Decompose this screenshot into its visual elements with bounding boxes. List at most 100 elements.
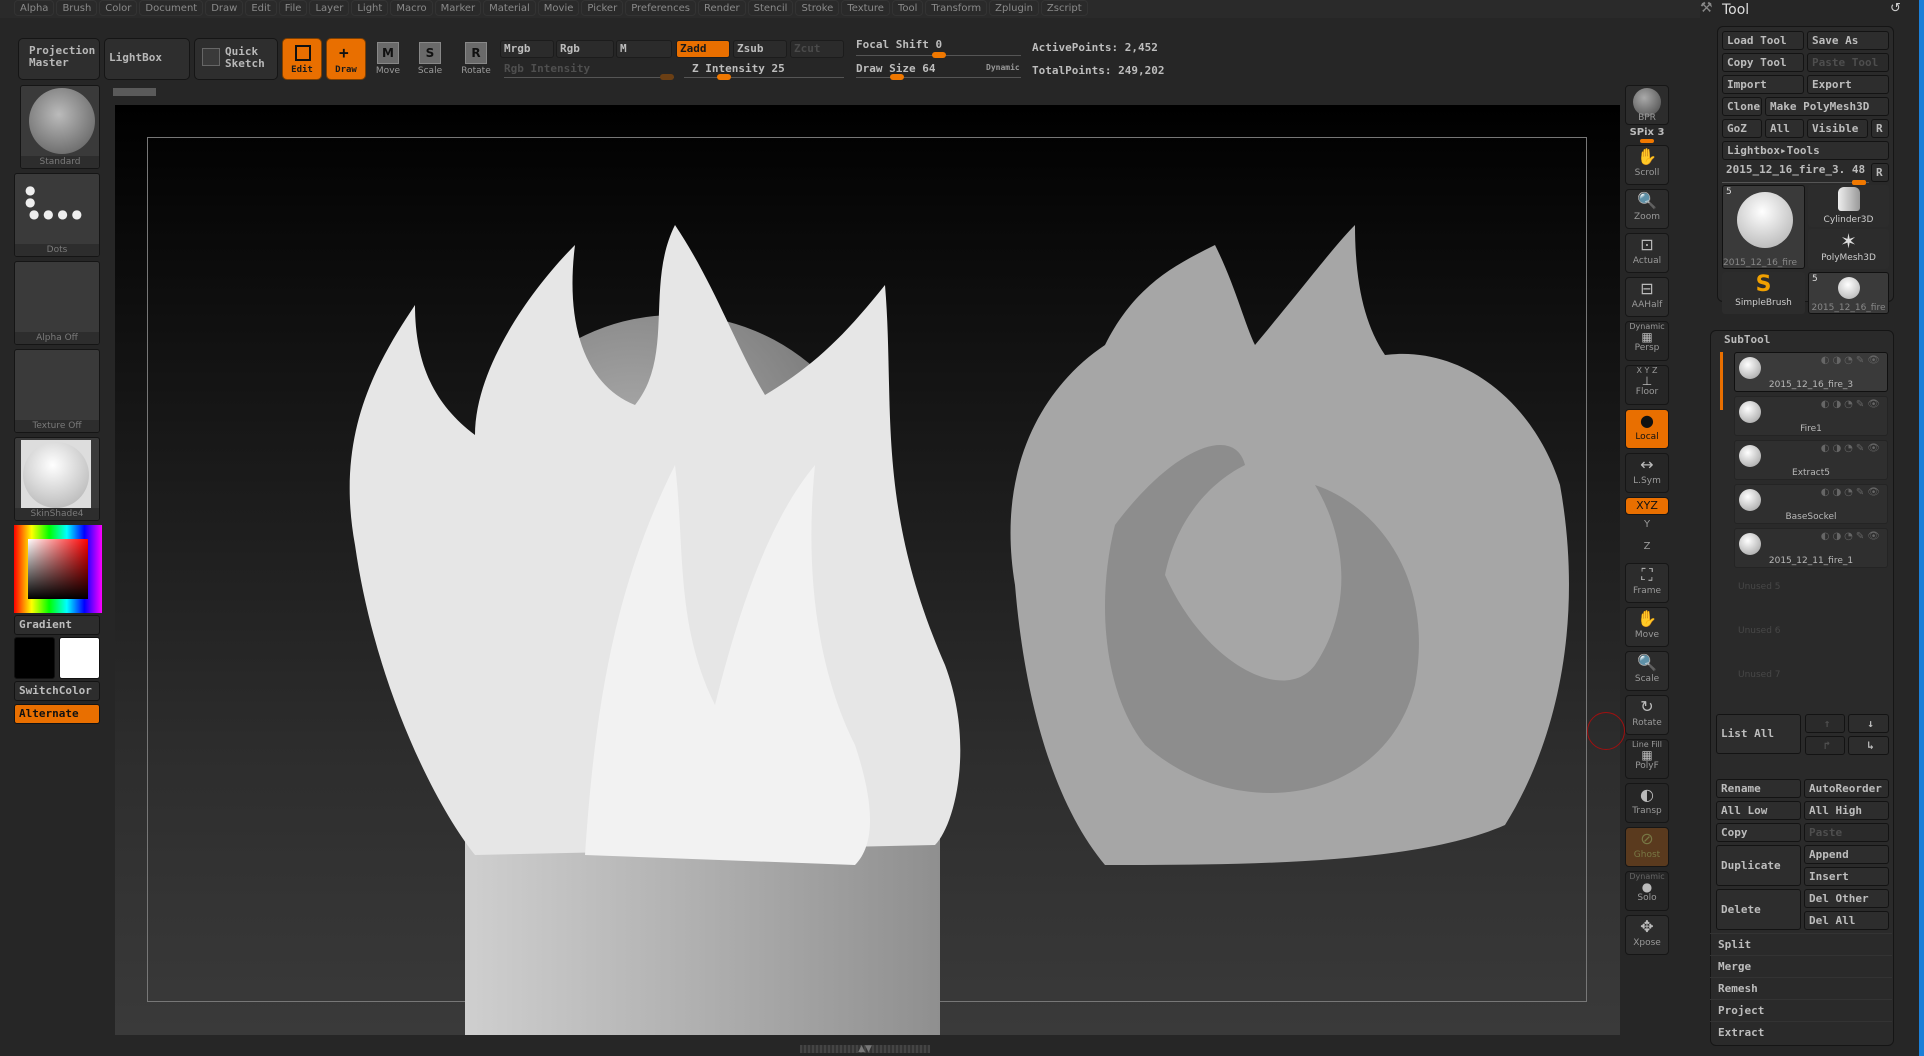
goz-r-button[interactable]: R (1871, 119, 1889, 138)
polyf-button[interactable]: Line Fill ▦ PolyF (1625, 739, 1669, 779)
rgb-intensity-knob[interactable] (660, 74, 674, 80)
color-picker[interactable] (14, 525, 102, 613)
auto-reorder-button[interactable]: AutoReorder (1804, 779, 1889, 798)
move-button[interactable]: M Move (366, 38, 410, 82)
import-button[interactable]: Import (1722, 75, 1804, 94)
tool-thumb-fire-small[interactable]: 5 2015_12_16_fire (1808, 272, 1889, 314)
move-up-button[interactable]: ↑ (1805, 714, 1845, 733)
rename-button[interactable]: Rename (1716, 779, 1801, 798)
texture-selector[interactable]: Texture Off (14, 349, 100, 433)
persp-button[interactable]: Dynamic ▦ Persp (1625, 321, 1669, 361)
rotate-y-button[interactable]: Y (1625, 519, 1669, 537)
lsym-button[interactable]: ↔ L.Sym (1625, 453, 1669, 493)
tool-thumb-simplebrush[interactable]: S SimpleBrush (1722, 272, 1805, 314)
tool-thumb-main[interactable]: 5 2015_12_16_fire (1722, 185, 1805, 269)
xpose-button[interactable]: ✥ Xpose (1625, 915, 1669, 955)
paste-tool-button[interactable]: Paste Tool (1807, 53, 1889, 72)
local-button[interactable]: ● Local (1625, 409, 1669, 449)
export-button[interactable]: Export (1807, 75, 1889, 94)
rgb-intensity-slider[interactable] (504, 77, 674, 78)
menu-movie[interactable]: Movie (537, 0, 580, 16)
rotate-view-button[interactable]: ↻ Rotate (1625, 695, 1669, 735)
goz-button[interactable]: GoZ (1722, 119, 1762, 138)
subtool-item[interactable]: ◐◑◔✎👁 Fire1 (1734, 396, 1888, 436)
z-intensity-knob[interactable] (717, 74, 731, 80)
menu-document[interactable]: Document (139, 0, 204, 16)
all-low-button[interactable]: All Low (1716, 801, 1801, 820)
current-tool-slider[interactable]: 2015_12_16_fire_3. 48 (1722, 163, 1869, 185)
menu-layer[interactable]: Layer (309, 0, 350, 16)
canvas-viewport[interactable] (115, 105, 1625, 1035)
z-intensity-slider[interactable] (684, 77, 844, 78)
subtool-toggle-icons[interactable]: ◐◑◔✎👁 (1821, 443, 1883, 454)
zadd-button[interactable]: Zadd (676, 40, 730, 58)
delete-button[interactable]: Delete (1716, 889, 1801, 930)
subtool-item[interactable]: ◐◑◔✎👁 2015_12_11_fire_1 (1734, 528, 1888, 568)
clone-button[interactable]: Clone (1722, 97, 1762, 116)
primary-color-swatch[interactable] (14, 637, 55, 679)
scroll-button[interactable]: ✋ Scroll (1625, 145, 1669, 185)
move-view-button[interactable]: ✋ Move (1625, 607, 1669, 647)
actual-button[interactable]: ⊡ Actual (1625, 233, 1669, 273)
menu-preferences[interactable]: Preferences (625, 0, 697, 16)
stroke-selector[interactable]: ● ● ● ● ● ● Dots (14, 173, 100, 257)
aahalf-button[interactable]: ⊟ AAHalf (1625, 277, 1669, 317)
gradient-button[interactable]: Gradient (14, 615, 100, 635)
menu-zscript[interactable]: Zscript (1040, 0, 1088, 16)
tool-thumb-polymesh3d[interactable]: ✶ PolyMesh3D (1808, 229, 1889, 269)
subtool-toggle-icons[interactable]: ◐◑◔✎👁 (1821, 355, 1883, 366)
zcut-button[interactable]: Zcut (790, 40, 844, 58)
subtool-scrollbar[interactable] (1720, 352, 1723, 410)
alternate-button[interactable]: Alternate (14, 704, 100, 724)
m-button[interactable]: M (616, 40, 672, 58)
menu-draw[interactable]: Draw (205, 0, 244, 16)
color-square[interactable] (28, 539, 88, 599)
move-down-folder-button[interactable]: ↳ (1848, 736, 1889, 755)
all-high-button[interactable]: All High (1804, 801, 1889, 820)
menu-file[interactable]: File (278, 0, 308, 16)
reset-panel-icon[interactable]: ↺ (1890, 1, 1901, 16)
subtool-toggle-icons[interactable]: ◐◑◔✎👁 (1821, 487, 1883, 498)
goz-visible-button[interactable]: Visible (1807, 119, 1868, 138)
spix-slider[interactable]: SPix 3 (1622, 127, 1672, 143)
menu-marker[interactable]: Marker (434, 0, 482, 16)
edit-button[interactable]: Edit (282, 38, 322, 80)
del-all-button[interactable]: Del All (1804, 911, 1889, 930)
subtool-item[interactable]: ◐◑◔✎👁 2015_12_16_fire_3 (1734, 352, 1888, 392)
load-tool-button[interactable]: Load Tool (1722, 31, 1804, 50)
del-other-button[interactable]: Del Other (1804, 889, 1889, 908)
floor-button[interactable]: X Y Z ⊥ Floor (1625, 365, 1669, 405)
draw-size-knob[interactable] (890, 74, 904, 80)
focal-shift-knob[interactable] (931, 52, 946, 58)
move-up-folder-button[interactable]: ↱ (1805, 736, 1845, 755)
scale-button[interactable]: S Scale (408, 38, 452, 82)
project-section[interactable]: Project (1710, 999, 1892, 1021)
subtool-title[interactable]: SubTool (1724, 333, 1770, 346)
switch-color-button[interactable]: SwitchColor (14, 681, 100, 701)
copy-tool-button[interactable]: Copy Tool (1722, 53, 1804, 72)
bottom-shelf-toggle[interactable]: ▲▼ (800, 1045, 930, 1054)
append-button[interactable]: Append (1804, 845, 1889, 864)
draw-size-slider[interactable] (856, 77, 1021, 78)
subtool-item[interactable]: ◐◑◔✎👁 Extract5 (1734, 440, 1888, 480)
menu-color[interactable]: Color (99, 0, 138, 16)
zsub-button[interactable]: Zsub (733, 40, 787, 58)
ghost-button[interactable]: ⊘ Ghost (1625, 827, 1669, 867)
bpr-button[interactable]: BPR (1625, 85, 1669, 125)
lightbox-button[interactable]: LightBox (104, 38, 190, 80)
remesh-section[interactable]: Remesh (1710, 977, 1892, 999)
list-all-button[interactable]: List All (1716, 714, 1801, 754)
projection-master-button[interactable]: Projection Master (18, 38, 100, 80)
draw-button[interactable]: + Draw (326, 38, 366, 80)
menu-transform[interactable]: Transform (925, 0, 988, 16)
quick-sketch-button[interactable]: Quick Sketch (194, 38, 278, 80)
scale-view-button[interactable]: 🔍 Scale (1625, 651, 1669, 691)
menu-zplugin[interactable]: Zplugin (989, 0, 1039, 16)
menu-light[interactable]: Light (351, 0, 389, 16)
dynamic-toggle[interactable]: Dynamic (986, 63, 1020, 72)
merge-section[interactable]: Merge (1710, 955, 1892, 977)
menu-stroke[interactable]: Stroke (795, 0, 840, 16)
duplicate-button[interactable]: Duplicate (1716, 845, 1801, 886)
rotate-button[interactable]: R Rotate (454, 38, 498, 82)
zoom-button[interactable]: 🔍 Zoom (1625, 189, 1669, 229)
